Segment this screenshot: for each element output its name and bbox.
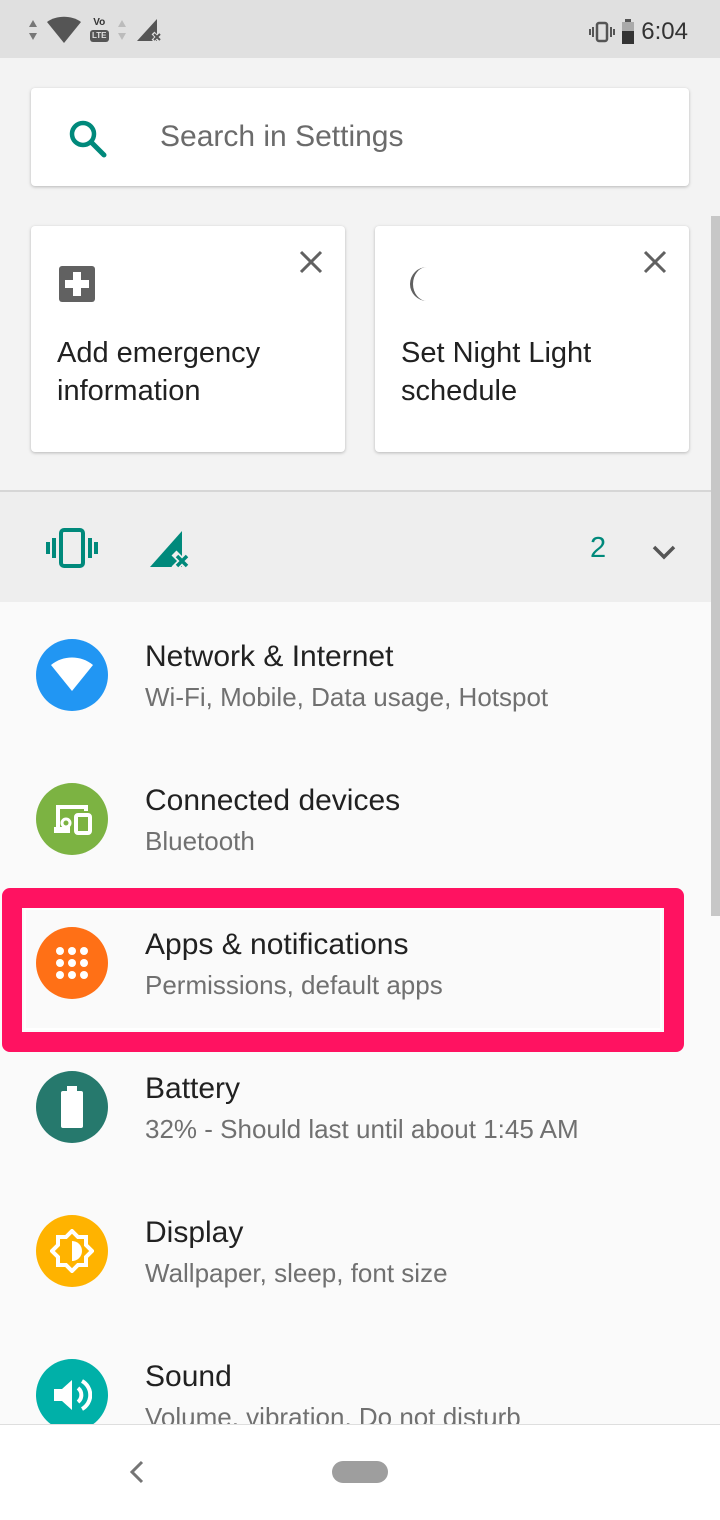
close-icon[interactable] <box>295 246 327 278</box>
item-subtitle: Wi-Fi, Mobile, Data usage, Hotspot <box>145 682 549 712</box>
battery-status-icon <box>622 19 635 44</box>
list-item-apps-notifications[interactable]: Apps & notifications Permissions, defaul… <box>0 890 720 1034</box>
suggestion-card-emergency-info[interactable]: Add emergency information <box>31 226 345 452</box>
wifi-icon <box>36 639 108 711</box>
item-subtitle: Bluetooth <box>145 826 255 856</box>
item-subtitle: Wallpaper, sleep, font size <box>145 1258 448 1288</box>
clock: 6:04 <box>641 18 688 45</box>
data-activity-icon <box>29 20 37 40</box>
search-placeholder[interactable]: Search in Settings <box>160 120 403 154</box>
item-title: Sound <box>145 1360 232 1393</box>
item-title: Network & Internet <box>145 640 394 673</box>
volume-icon <box>36 1359 108 1424</box>
item-title: Battery <box>145 1072 241 1105</box>
vibrate-status-icon <box>589 21 616 43</box>
back-icon[interactable] <box>122 1456 154 1488</box>
settings-list: Network & Internet Wi-Fi, Mobile, Data u… <box>0 602 720 1424</box>
data-activity-icon-2 <box>117 20 126 40</box>
status-bar: Vo LTE 6:04 <box>0 0 720 58</box>
home-pill-button[interactable] <box>332 1461 388 1483</box>
suggestion-title: Set Night Light schedule <box>401 337 592 407</box>
wifi-status-icon <box>47 16 81 43</box>
item-title: Apps & notifications <box>145 928 409 961</box>
apps-grid-icon <box>36 927 108 999</box>
vibrate-icon <box>46 528 98 568</box>
battery-icon <box>36 1071 108 1143</box>
medical-plus-icon <box>59 266 95 302</box>
item-title: Display <box>145 1216 244 1249</box>
volte-badge: Vo LTE <box>90 17 109 42</box>
suggestion-card-night-light[interactable]: Set Night Light schedule <box>375 226 689 452</box>
chevron-down-icon[interactable] <box>650 538 678 566</box>
moon-icon <box>409 267 427 301</box>
search-icon[interactable] <box>66 117 108 159</box>
item-subtitle: 32% - Should last until about 1:45 AM <box>145 1114 579 1144</box>
status-bar-left: Vo LTE <box>28 14 163 46</box>
item-subtitle: Permissions, default apps <box>145 970 443 1000</box>
conditions-bar[interactable] <box>0 492 720 602</box>
status-bar-right: 6:04 <box>589 14 688 50</box>
conditions-count: 2 <box>590 532 607 564</box>
scrollbar[interactable] <box>711 216 720 916</box>
list-item-sound[interactable]: Sound Volume, vibration, Do not disturb <box>0 1322 720 1424</box>
devices-icon <box>36 783 108 855</box>
list-item-display[interactable]: Display Wallpaper, sleep, font size <box>0 1178 720 1322</box>
suggestion-title: Add emergency information <box>57 337 261 407</box>
list-item-network[interactable]: Network & Internet Wi-Fi, Mobile, Data u… <box>0 602 720 746</box>
item-subtitle: Volume, vibration, Do not disturb <box>145 1402 521 1424</box>
list-item-connected-devices[interactable]: Connected devices Bluetooth <box>0 746 720 890</box>
list-item-battery[interactable]: Battery 32% - Should last until about 1:… <box>0 1034 720 1178</box>
brightness-icon <box>36 1215 108 1287</box>
no-signal-icon <box>150 531 192 569</box>
signal-no-service-icon <box>136 19 162 43</box>
close-icon[interactable] <box>639 246 671 278</box>
item-title: Connected devices <box>145 784 401 817</box>
